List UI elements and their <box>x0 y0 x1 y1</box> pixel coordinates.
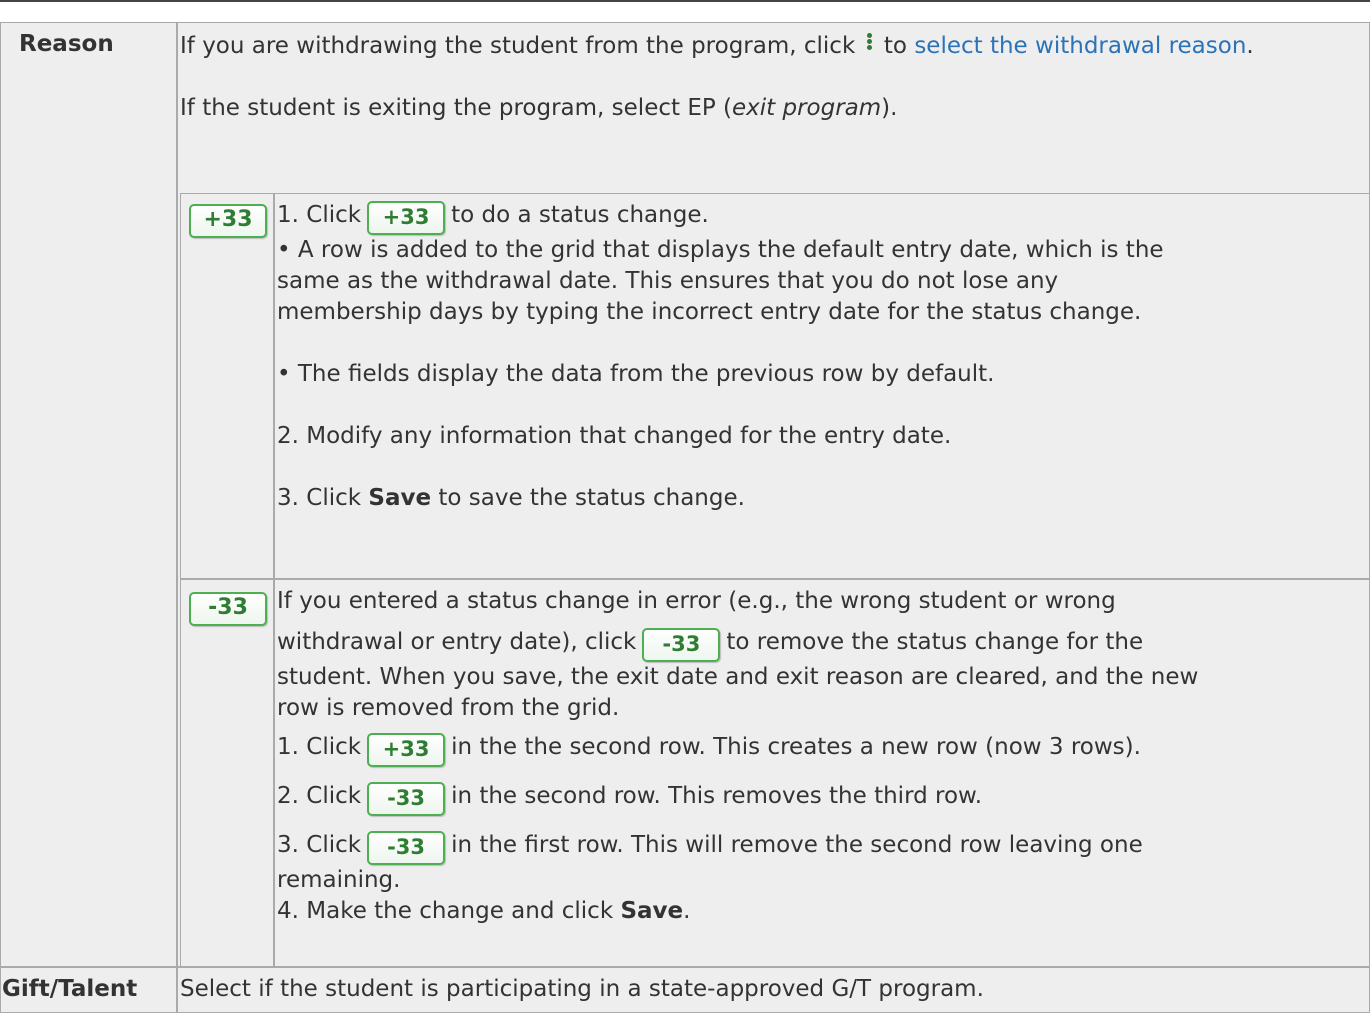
add-description: 1. Click +33 to do a status change. • A ro… <box>274 193 1370 579</box>
remove-status-change-icon: -33 <box>189 592 267 626</box>
add-icon-cell: +33 <box>180 193 274 579</box>
gift-talent-row: Gift/Talent Select if the student is par… <box>0 967 1370 1013</box>
remove-button-step3[interactable]: -33 <box>367 831 446 865</box>
add-status-row: +33 1. Click +33 to do a status change. • … <box>180 193 1370 579</box>
withdraw-paragraph: If you are withdrawing the student from … <box>180 32 1254 59</box>
add-status-change-icon: +33 <box>189 204 267 238</box>
reason-label: Reason <box>0 22 177 967</box>
add-button-step1[interactable]: +33 <box>367 733 446 767</box>
top-rule <box>0 0 1370 2</box>
add-status-change-button[interactable]: +33 <box>367 201 446 235</box>
more-vertical-icon <box>866 32 873 51</box>
gift-talent-description: Select if the student is participating i… <box>177 967 1370 1013</box>
withdrawal-reason-link[interactable]: select the withdrawal reason <box>914 33 1246 59</box>
remove-status-row: -33 If you entered a status change in er… <box>180 579 1370 967</box>
remove-description: If you entered a status change in error … <box>274 579 1370 967</box>
gift-talent-label: Gift/Talent <box>0 967 177 1013</box>
remove-button-step2[interactable]: -33 <box>367 782 446 816</box>
remove-icon-cell: -33 <box>180 579 274 967</box>
remove-status-change-button[interactable]: -33 <box>642 628 721 662</box>
exit-program-paragraph: If the student is exiting the program, s… <box>180 95 898 121</box>
